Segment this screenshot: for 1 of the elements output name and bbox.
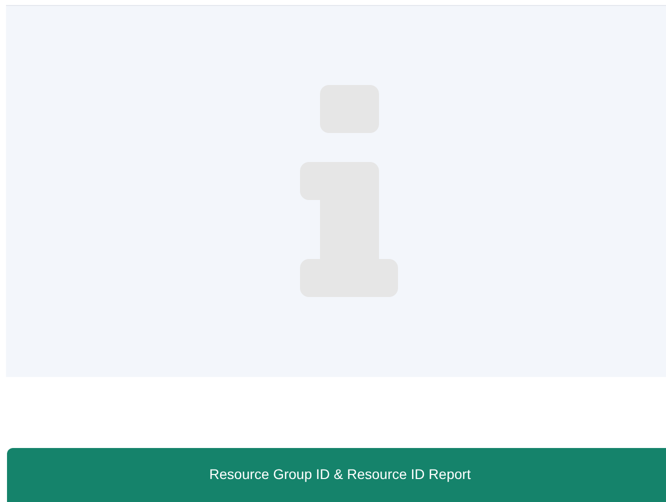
- report-button[interactable]: Resource Group ID & Resource ID Report: [7, 448, 666, 502]
